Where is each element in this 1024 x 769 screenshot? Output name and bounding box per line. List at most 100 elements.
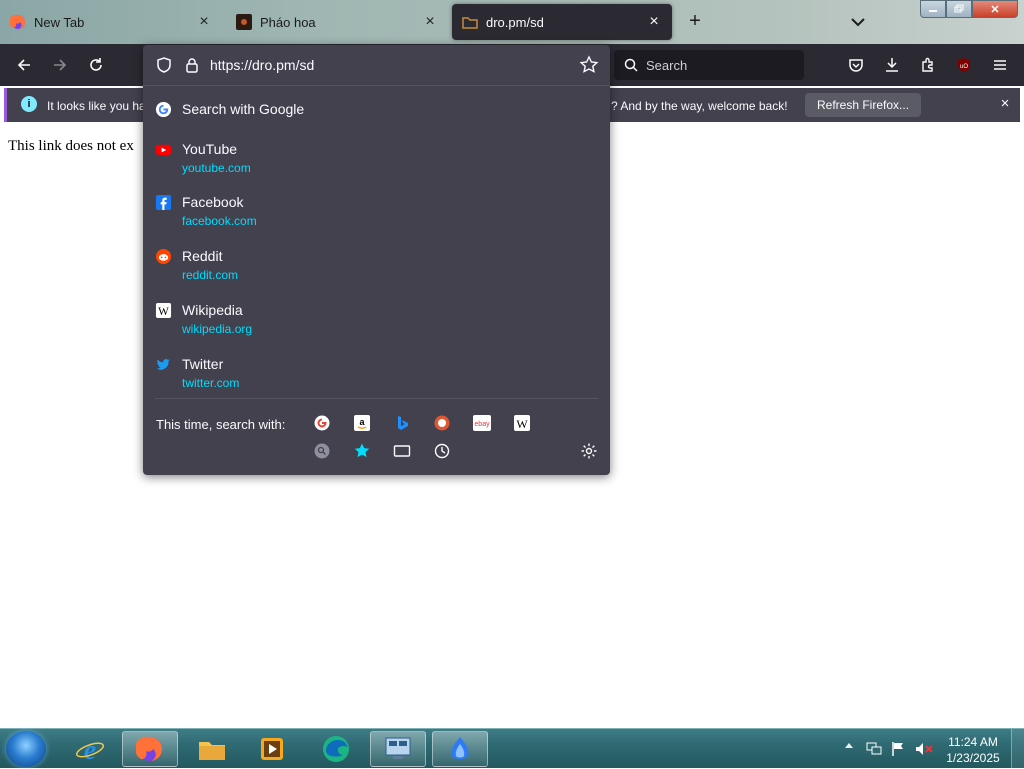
svg-text:e: e (84, 735, 96, 764)
search-with-label: Search with Google (182, 101, 305, 117)
search-mode-button[interactable] (313, 442, 331, 460)
volume-muted-icon[interactable] (915, 742, 933, 756)
close-window-button[interactable]: ✕ (972, 0, 1018, 18)
search-bar[interactable]: Search (614, 50, 804, 80)
result-reddit[interactable]: Reddit reddit.com (143, 242, 610, 292)
internet-explorer-icon: e (75, 735, 105, 764)
engine-amazon-button[interactable]: a (353, 414, 371, 432)
duckduckgo-icon (434, 415, 450, 431)
bookmarks-mode-button[interactable] (353, 442, 371, 460)
history-mode-button[interactable] (433, 442, 451, 460)
ublock-origin-button[interactable]: uO (952, 53, 976, 77)
reload-button[interactable] (84, 53, 108, 77)
tab-phao-hoa[interactable]: Pháo hoa × (226, 4, 448, 40)
fireworks-favicon (236, 14, 252, 30)
taskbar-firefox[interactable] (122, 731, 178, 767)
search-placeholder: Search (646, 57, 688, 73)
app-icon (451, 737, 469, 759)
tabs-mode-button[interactable] (393, 442, 411, 460)
edge-icon (323, 736, 349, 762)
taskbar-remote-desktop[interactable] (370, 731, 426, 767)
amazon-icon: a (354, 415, 370, 431)
show-desktop-button[interactable] (1011, 729, 1024, 769)
result-title: Facebook (182, 194, 244, 210)
facebook-icon (155, 194, 172, 211)
ublock-icon: uO (958, 58, 970, 72)
refresh-firefox-button[interactable]: Refresh Firefox... (805, 93, 922, 117)
urlbar-input[interactable]: https://dro.pm/sd (143, 45, 610, 86)
result-twitter[interactable]: Twitter twitter.com (143, 350, 610, 400)
result-url: twitter.com (182, 376, 240, 390)
wikipedia-icon: W (514, 415, 530, 431)
ebay-icon: ebay (473, 415, 491, 431)
engine-wikipedia-button[interactable]: W (513, 414, 531, 432)
show-hidden-icons-button[interactable] (845, 743, 853, 748)
wikipedia-icon: W (155, 302, 172, 318)
divider (155, 398, 598, 399)
forward-button[interactable] (48, 53, 72, 77)
app-menu-button[interactable] (988, 53, 1012, 77)
restore-button[interactable] (946, 0, 972, 18)
bookmarks-icon (354, 443, 370, 458)
search-with-google-row[interactable]: Search with Google (143, 95, 610, 121)
back-button[interactable] (12, 53, 36, 77)
back-arrow-icon (17, 59, 30, 71)
minimize-icon (929, 10, 937, 12)
gear-icon[interactable] (580, 442, 598, 460)
chevron-down-icon[interactable] (848, 12, 868, 32)
minimize-button[interactable] (920, 0, 946, 18)
system-clock[interactable]: 11:24 AM 1/23/2025 (938, 734, 1008, 766)
bookmark-star-icon[interactable] (579, 55, 599, 75)
action-center-flag-icon[interactable] (891, 741, 905, 757)
tab-label: dro.pm/sd (486, 14, 544, 30)
taskbar: e 11:24 AM 1/23/2025 (0, 728, 1024, 769)
tab-dro-pm[interactable]: dro.pm/sd × (452, 4, 672, 40)
svg-text:uO: uO (960, 64, 968, 70)
engine-duckduckgo-button[interactable] (433, 414, 451, 432)
engine-ebay-button[interactable]: ebay (473, 414, 491, 432)
lock-icon[interactable] (183, 56, 201, 74)
close-notification-icon[interactable]: × (997, 96, 1013, 112)
result-facebook[interactable]: Facebook facebook.com (143, 188, 610, 238)
restore-icon (954, 4, 964, 13)
taskbar-internet-explorer[interactable]: e (62, 731, 118, 767)
history-icon (434, 443, 450, 459)
tabs-icon (393, 445, 411, 457)
extensions-button[interactable] (916, 53, 940, 77)
engine-google-button[interactable] (313, 414, 331, 432)
result-youtube[interactable]: YouTube youtube.com (143, 135, 610, 185)
taskbar-file-explorer[interactable] (184, 731, 240, 767)
result-url: youtube.com (182, 161, 251, 175)
new-tab-button[interactable]: + (684, 10, 706, 32)
result-url: reddit.com (182, 268, 239, 282)
tracking-protection-shield-icon[interactable] (155, 56, 173, 74)
start-button[interactable] (6, 731, 46, 767)
close-tab-icon[interactable]: × (646, 14, 662, 30)
close-tab-icon[interactable]: × (196, 14, 212, 30)
tab-new-tab[interactable]: New Tab × (0, 4, 222, 40)
notification-message: It looks like you ha (47, 99, 144, 113)
tab-label: New Tab (34, 14, 85, 30)
close-tab-icon[interactable]: × (422, 14, 438, 30)
svg-text:W: W (158, 306, 169, 318)
result-title: Reddit (182, 248, 223, 264)
forward-arrow-icon (54, 59, 67, 71)
reload-icon (90, 58, 102, 71)
taskbar-media-player[interactable] (244, 731, 300, 767)
downloads-button[interactable] (880, 53, 904, 77)
urlbar-dropdown: https://dro.pm/sd Search with Google You… (143, 45, 610, 475)
youtube-icon (155, 144, 172, 156)
window-controls: ✕ (920, 0, 1018, 19)
google-icon (155, 101, 172, 118)
network-icon[interactable] (866, 742, 882, 756)
result-wikipedia[interactable]: W Wikipedia wikipedia.org (143, 296, 610, 346)
taskbar-app[interactable] (432, 731, 488, 767)
result-title: Wikipedia (182, 302, 243, 318)
url-text[interactable]: https://dro.pm/sd (210, 57, 314, 73)
bing-icon (398, 416, 408, 430)
pocket-icon (849, 59, 863, 72)
taskbar-edge[interactable] (308, 731, 364, 767)
puzzle-icon (922, 57, 933, 72)
pocket-button[interactable] (844, 53, 868, 77)
engine-bing-button[interactable] (393, 414, 411, 432)
